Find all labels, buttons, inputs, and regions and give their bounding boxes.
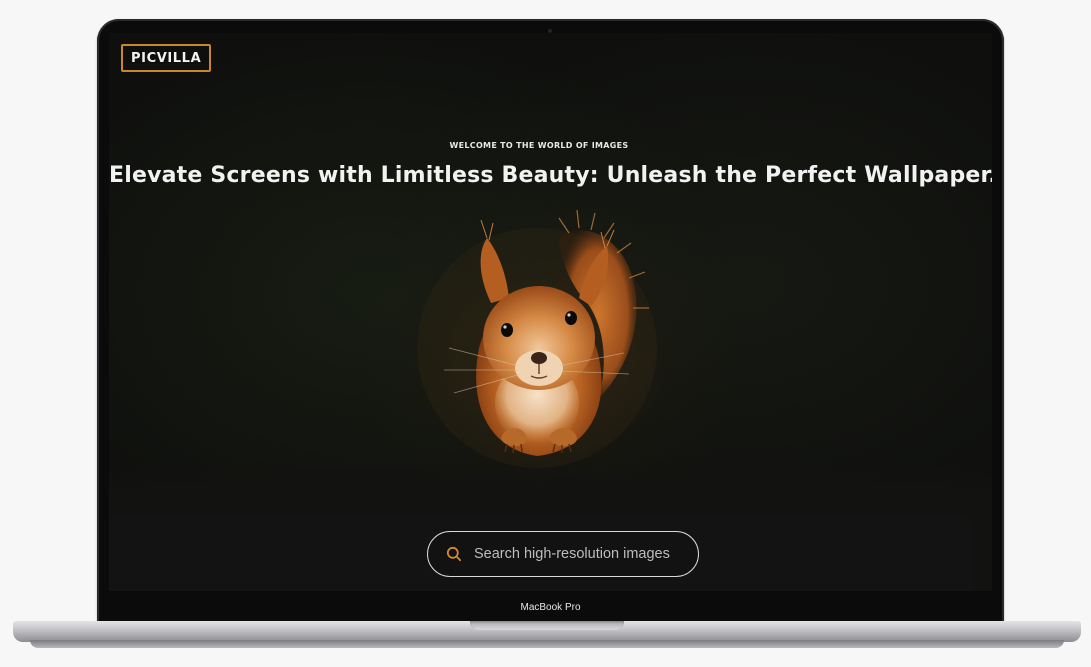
logo-text: PICVILLA	[131, 50, 202, 66]
macbook-mockup: PICVILLA WELCOME TO THE WORLD OF IMAGES …	[0, 0, 1091, 667]
site-logo[interactable]: PICVILLA	[121, 44, 212, 72]
search-bar[interactable]	[427, 531, 699, 577]
device-label: MacBook Pro	[520, 602, 581, 613]
search-icon[interactable]	[446, 546, 462, 562]
laptop-base-edge	[30, 640, 1064, 648]
lid-opening-notch	[470, 621, 624, 630]
hero-headline: Elevate Screens with Limitless Beauty: U…	[109, 163, 992, 188]
hero-kicker: WELCOME TO THE WORLD OF IMAGES	[449, 141, 629, 150]
website-screen: PICVILLA WELCOME TO THE WORLD OF IMAGES …	[109, 33, 992, 591]
search-input[interactable]	[474, 546, 684, 562]
squirrel-hero-image	[417, 209, 657, 468]
